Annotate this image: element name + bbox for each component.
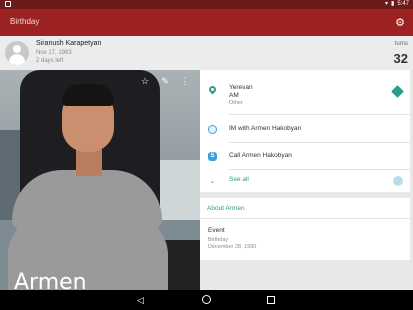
settings-icon[interactable]: ⚙ [393, 15, 407, 29]
directions-icon[interactable] [391, 85, 404, 98]
im-label: IM with Armen Hakobyan [229, 125, 302, 132]
call-label: Call Armen Hakobyan [229, 152, 292, 159]
back-icon[interactable]: ◁ [137, 295, 144, 305]
location-icon [207, 84, 218, 95]
avatar [5, 41, 29, 65]
home-icon[interactable] [202, 295, 211, 304]
status-time: 5:47 [397, 1, 409, 7]
location-line2: AM [229, 92, 239, 99]
app-title: Birthday [10, 17, 40, 26]
star-icon[interactable]: ☆ [140, 76, 150, 87]
notification-icon [5, 1, 11, 7]
app-bar: Birthday ⚙ [0, 9, 413, 36]
contact-photo: Armen [0, 70, 200, 290]
about-card: About Armen Event Birthday December 28, … [200, 198, 410, 260]
about-header: About Armen [207, 205, 245, 212]
skype-icon: S [208, 152, 217, 161]
navigation-bar: ◁ [0, 290, 413, 310]
location-type: Other [229, 100, 243, 106]
signal-icon: ▾ [384, 1, 388, 7]
event-title: Event [208, 227, 225, 234]
assistant-icon[interactable] [393, 176, 403, 186]
turns-label: turns [394, 41, 408, 47]
birth-date: Nov 17, 1983 [36, 50, 72, 56]
location-line1: Yerevan [229, 84, 253, 91]
turns-value: 32 [393, 51, 408, 66]
see-all-label: See all [229, 176, 249, 183]
event-type: Birthday [208, 237, 229, 243]
edit-icon[interactable]: ✎ [160, 76, 170, 87]
chevron-down-icon: ⌄ [209, 177, 216, 185]
battery-icon: ▮ [391, 1, 395, 7]
hangouts-icon [208, 125, 217, 134]
details-panel: Yerevan AM Other IM with Armen Hakobyan … [200, 70, 413, 290]
status-bar: ▾ ▮ 5:47 [0, 0, 413, 9]
days-left: 2 days left [36, 58, 64, 64]
contact-name: Siranush Karapetyan [36, 40, 102, 47]
contact-details-card: Yerevan AM Other IM with Armen Hakobyan … [200, 70, 410, 192]
contact-header[interactable]: Siranush Karapetyan Nov 17, 1983 2 days … [0, 36, 413, 70]
event-date: December 28, 1990 [208, 244, 257, 250]
photo-overlay-name: Armen [14, 270, 87, 290]
more-options-icon[interactable]: ⋮ [180, 76, 190, 87]
recents-icon[interactable] [267, 296, 275, 304]
